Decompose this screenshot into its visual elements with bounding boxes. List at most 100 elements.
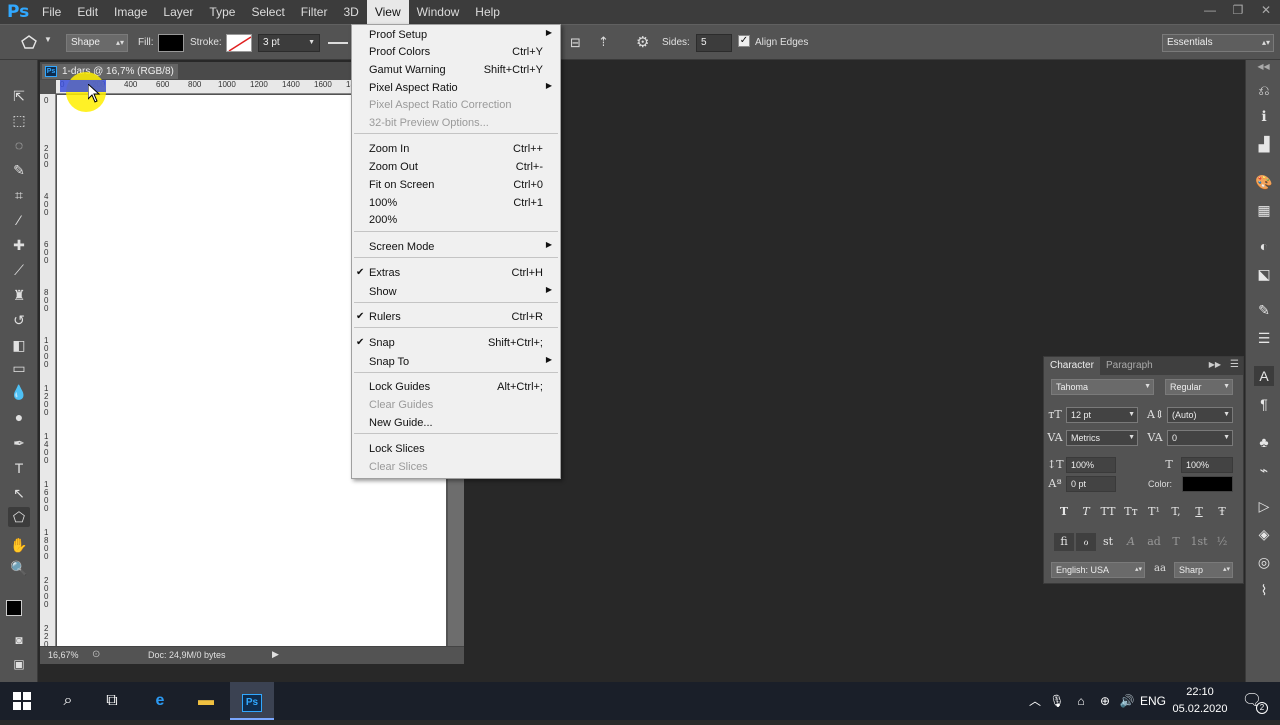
file-explorer-icon[interactable]: ▬ bbox=[184, 682, 228, 720]
dock-collapse-icon[interactable]: ◀◀ bbox=[1246, 60, 1280, 74]
stylistic-alternates-button[interactable]: ad bbox=[1144, 533, 1164, 551]
all-caps-button[interactable]: TT bbox=[1098, 503, 1118, 521]
small-caps-button[interactable]: Tт bbox=[1121, 503, 1141, 521]
network-icon[interactable]: ⌂ bbox=[1070, 682, 1092, 720]
menu-select[interactable]: Select bbox=[243, 0, 292, 24]
hand-tool-icon[interactable]: ✋ bbox=[8, 535, 30, 555]
vertical-scale-input[interactable]: 100% bbox=[1066, 457, 1116, 473]
eyedropper-tool-icon[interactable]: ⁄ bbox=[8, 210, 30, 230]
menu-help[interactable]: Help bbox=[467, 0, 508, 24]
antialias-select[interactable]: Sharp ▴▾ bbox=[1174, 562, 1233, 578]
task-view-icon[interactable]: ⧉ bbox=[90, 682, 134, 720]
font-family-select[interactable]: Tahoma ▼ bbox=[1051, 379, 1154, 395]
font-size-input[interactable]: 12 pt ▼ bbox=[1066, 407, 1138, 423]
paths-panel-icon[interactable]: ⌇ bbox=[1254, 580, 1274, 600]
minimize-button[interactable]: — bbox=[1196, 0, 1224, 20]
underline-button[interactable]: T bbox=[1189, 503, 1209, 521]
menu-item-pixel-aspect-ratio[interactable]: Pixel Aspect Ratio ▶ bbox=[352, 80, 560, 97]
styles-panel-icon[interactable]: ⬕ bbox=[1254, 264, 1274, 284]
globe-icon[interactable]: ⊕ bbox=[1094, 682, 1116, 720]
fill-swatch[interactable] bbox=[158, 34, 184, 52]
menu-item-proof-colors[interactable]: Proof Colors Ctrl+Y bbox=[352, 44, 560, 61]
actions-panel-icon[interactable]: ▷ bbox=[1254, 496, 1274, 516]
search-icon[interactable]: ⌕ bbox=[46, 682, 90, 720]
swash-button[interactable]: A bbox=[1121, 533, 1141, 551]
menu-item-rulers[interactable]: ✔ Rulers Ctrl+R bbox=[352, 309, 560, 326]
menu-item-lock-slices[interactable]: Lock Slices bbox=[352, 441, 560, 458]
menu-item-extras[interactable]: ✔ Extras Ctrl+H bbox=[352, 265, 560, 282]
language-select[interactable]: English: USA ▴▾ bbox=[1051, 562, 1145, 578]
history-brush-tool-icon[interactable]: ↺ bbox=[8, 310, 30, 330]
menu-edit[interactable]: Edit bbox=[69, 0, 106, 24]
layers-panel-icon[interactable]: ◈ bbox=[1254, 524, 1274, 544]
stroke-type-icon[interactable] bbox=[328, 42, 348, 44]
zoom-level[interactable]: 16,67% bbox=[48, 650, 79, 660]
menu-window[interactable]: Window bbox=[409, 0, 468, 24]
start-button[interactable] bbox=[0, 682, 44, 720]
mode-select[interactable]: Shape ▴▾ bbox=[66, 34, 128, 52]
tracking-select[interactable]: 0 ▼ bbox=[1167, 430, 1233, 446]
notification-icon[interactable]: 🗨 bbox=[1236, 682, 1268, 720]
adjustments-panel-icon[interactable]: ◐ bbox=[1254, 236, 1274, 256]
edge-browser-icon[interactable]: e bbox=[138, 682, 182, 720]
faux-italic-button[interactable]: T bbox=[1076, 503, 1096, 521]
zoom-tool-icon[interactable]: 🔍 bbox=[8, 558, 30, 578]
menu-image[interactable]: Image bbox=[106, 0, 155, 24]
quick-mask-icon[interactable]: ◙ bbox=[8, 630, 30, 650]
menu-3d[interactable]: 3D bbox=[335, 0, 366, 24]
brush-panel-icon[interactable]: ✎ bbox=[1254, 300, 1274, 320]
panel-collapse-icon[interactable]: ▶▶ bbox=[1209, 360, 1221, 369]
document-tab-label[interactable]: Ps 1-dars @ 16,7% (RGB/8) bbox=[42, 64, 178, 79]
gradient-tool-icon[interactable]: ▭ bbox=[8, 358, 30, 378]
menu-item-zoom-in[interactable]: Zoom In Ctrl++ bbox=[352, 141, 560, 158]
brush-tool-icon[interactable]: ⟋ bbox=[8, 260, 30, 280]
menu-file[interactable]: File bbox=[34, 0, 69, 24]
color-panel-icon[interactable]: 🎨 bbox=[1254, 172, 1274, 192]
status-menu-icon[interactable]: ⊙ bbox=[92, 649, 100, 660]
history-panel-icon[interactable]: ⎌ bbox=[1254, 80, 1274, 100]
swatches-panel-icon[interactable]: ▦ bbox=[1254, 200, 1274, 220]
menu-item-show[interactable]: Show ▶ bbox=[352, 284, 560, 301]
menu-item-zoom-out[interactable]: Zoom Out Ctrl+- bbox=[352, 159, 560, 176]
crop-tool-icon[interactable]: ⌗ bbox=[8, 185, 30, 205]
clone-source-panel-icon[interactable]: ♣ bbox=[1254, 432, 1274, 452]
close-button[interactable]: ✕ bbox=[1252, 0, 1280, 20]
subscript-button[interactable]: T, bbox=[1166, 503, 1186, 521]
discretionary-ligatures-button[interactable]: ℴ bbox=[1076, 533, 1096, 551]
pen-tool-icon[interactable]: ✒ bbox=[8, 433, 30, 453]
volume-icon[interactable]: 🔊 bbox=[1116, 682, 1138, 720]
blur-tool-icon[interactable]: 💧 bbox=[8, 382, 30, 402]
menu-item-screen-mode[interactable]: Screen Mode ▶ bbox=[352, 239, 560, 256]
menu-item-200[interactable]: 200% bbox=[352, 212, 560, 229]
foreground-color-swatch[interactable] bbox=[6, 600, 22, 616]
horizontal-scale-input[interactable]: 100% bbox=[1181, 457, 1233, 473]
show-hidden-icons-icon[interactable]: ︿ bbox=[1024, 682, 1046, 720]
info-panel-icon[interactable]: ℹ bbox=[1254, 106, 1274, 126]
old-style-button[interactable]: st bbox=[1098, 533, 1118, 551]
paragraph-panel-icon[interactable]: ¶ bbox=[1254, 394, 1274, 414]
baseline-shift-input[interactable]: 0 pt bbox=[1066, 476, 1116, 492]
chevron-down-icon[interactable]: ▼ bbox=[44, 35, 52, 44]
channels-panel-icon[interactable]: ◎ bbox=[1254, 552, 1274, 572]
status-expand-icon[interactable]: ▶ bbox=[272, 649, 279, 660]
ligatures-button[interactable]: ﬁ bbox=[1054, 533, 1074, 551]
dodge-tool-icon[interactable]: ● bbox=[8, 407, 30, 427]
restore-button[interactable]: ❐ bbox=[1224, 0, 1252, 20]
menu-item-lock-guides[interactable]: Lock Guides Alt+Ctrl+; bbox=[352, 379, 560, 396]
sides-input[interactable]: 5 bbox=[696, 34, 732, 52]
kerning-select[interactable]: Metrics ▼ bbox=[1066, 430, 1138, 446]
marquee-tool-icon[interactable]: ⬚ bbox=[8, 110, 30, 130]
clock-date[interactable]: 05.02.2020 bbox=[1168, 703, 1232, 717]
menu-view[interactable]: View bbox=[366, 0, 409, 24]
tab-paragraph[interactable]: Paragraph bbox=[1100, 357, 1159, 375]
faux-bold-button[interactable]: T bbox=[1054, 503, 1074, 521]
menu-item-100[interactable]: 100% Ctrl+1 bbox=[352, 195, 560, 212]
type-tool-icon[interactable]: T bbox=[8, 458, 30, 478]
menu-item-gamut-warning[interactable]: Gamut Warning Shift+Ctrl+Y bbox=[352, 62, 560, 79]
menu-item-new-guide[interactable]: New Guide... bbox=[352, 415, 560, 432]
language-indicator[interactable]: ENG bbox=[1138, 682, 1168, 720]
lasso-tool-icon[interactable]: ◌ bbox=[8, 135, 30, 155]
menu-item-snap-to[interactable]: Snap To ▶ bbox=[352, 354, 560, 371]
titling-alternates-button[interactable]: T bbox=[1166, 533, 1186, 551]
histogram-panel-icon[interactable]: ▟ bbox=[1254, 134, 1274, 154]
